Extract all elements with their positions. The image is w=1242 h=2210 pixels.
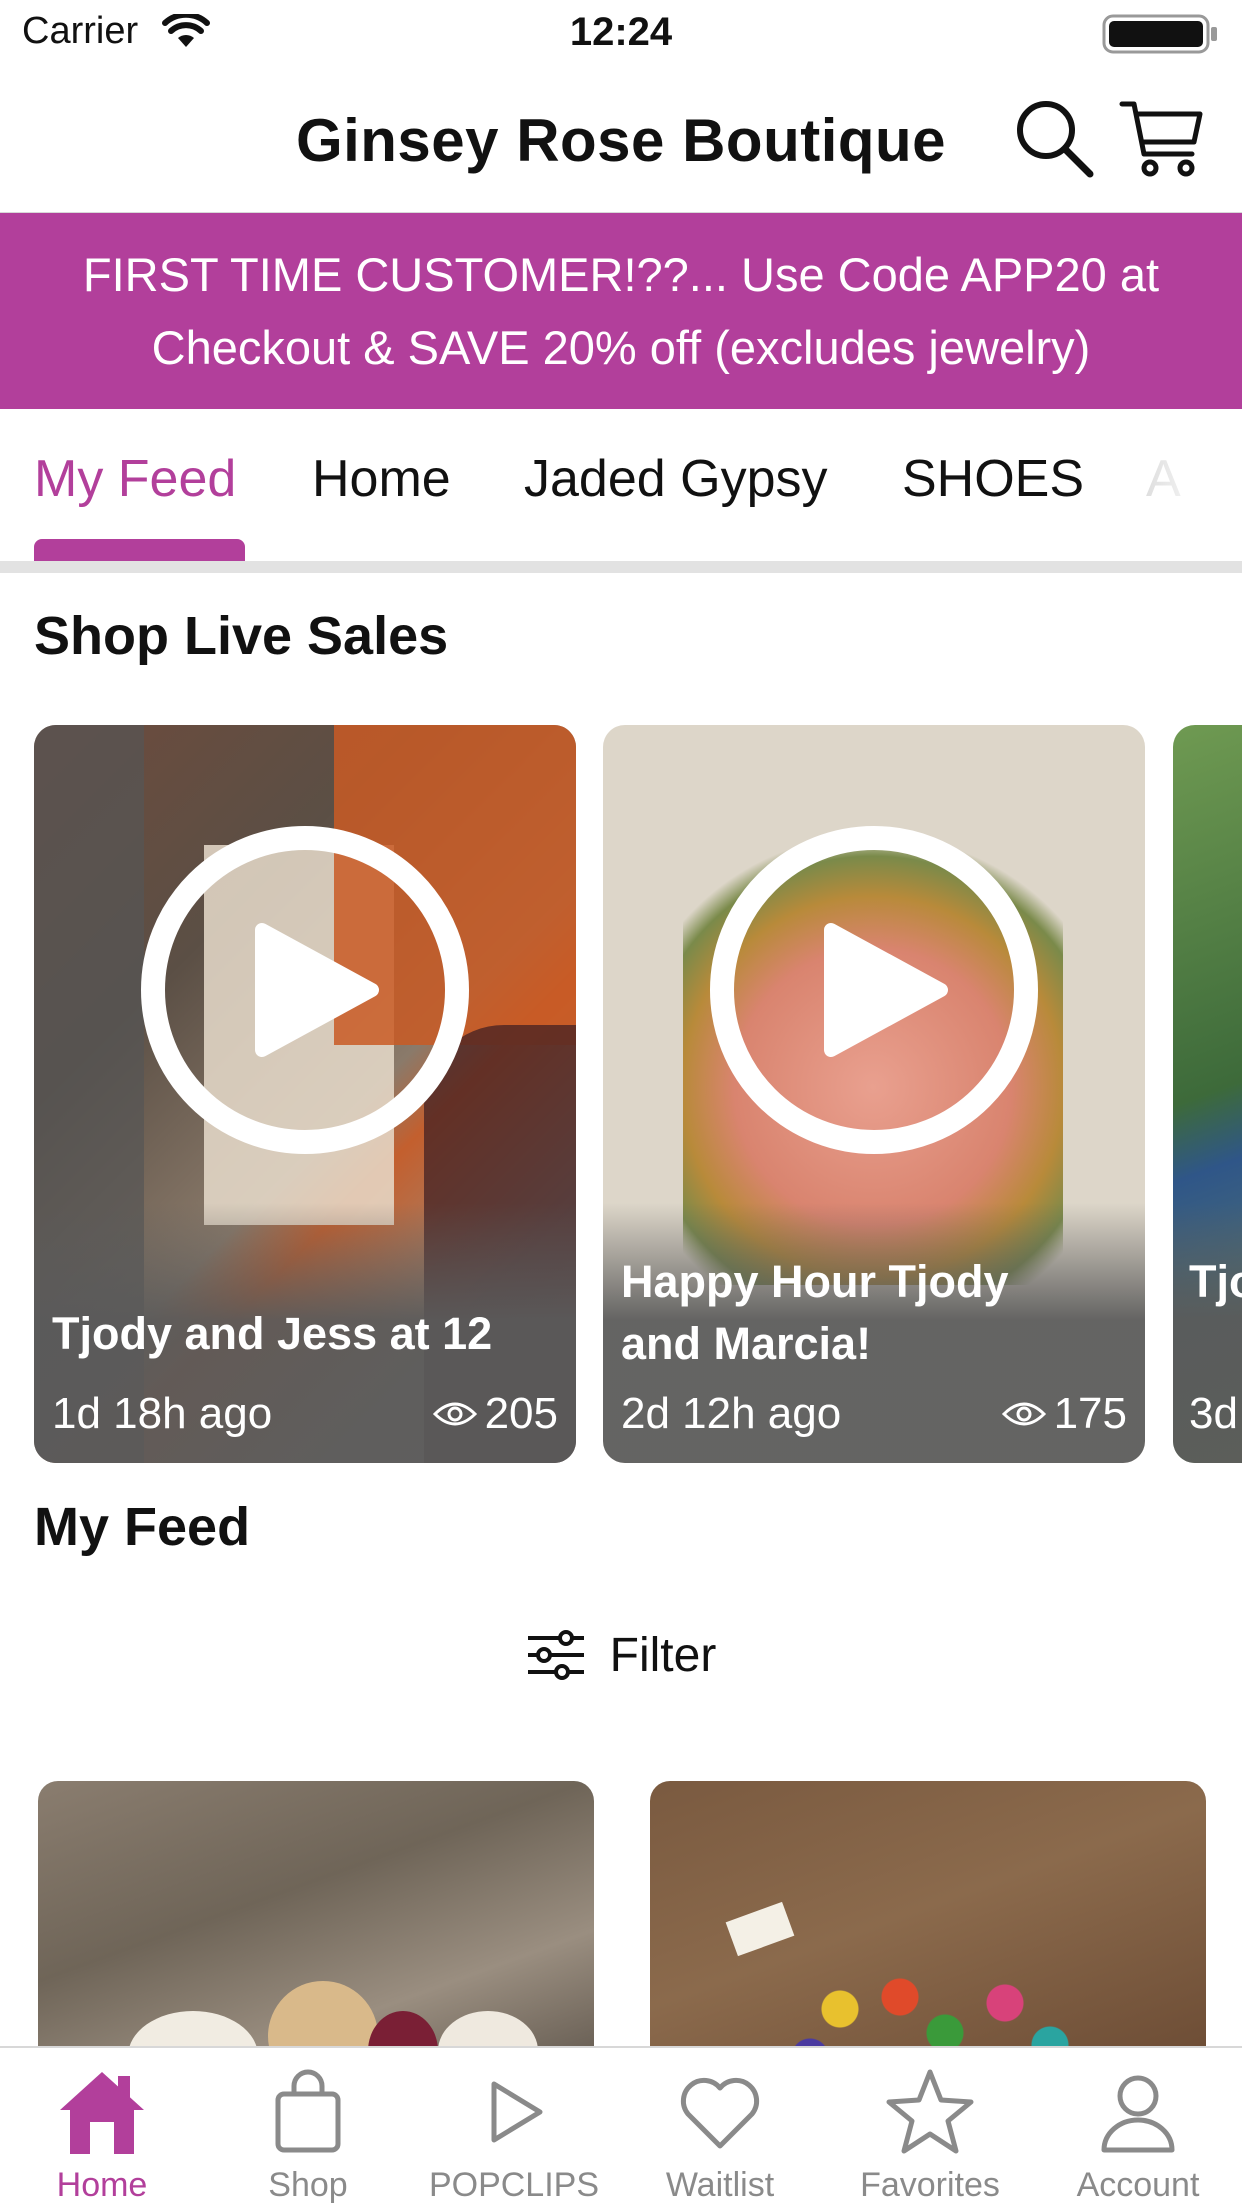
home-icon <box>60 2072 144 2154</box>
tabs-divider <box>0 561 1242 573</box>
cart-icon[interactable] <box>1118 96 1204 180</box>
card-views: 175 <box>1001 1389 1127 1439</box>
live-sale-card[interactable]: Happy Hour Tjody and Marcia! 2d 12h ago … <box>603 725 1145 1463</box>
nav-label: POPCLIPS <box>428 2166 600 2204</box>
eye-icon <box>1001 1402 1046 1426</box>
card-title: Tjody Ma <box>1189 1256 1242 1307</box>
bottom-tab-bar: Home Shop POPCLIPS Waitlist Favorites Ac… <box>0 2046 1242 2210</box>
nav-shop[interactable]: Shop <box>208 2062 408 2205</box>
feed-product-tile[interactable] <box>650 1781 1206 2081</box>
card-time-ago: 3d <box>1189 1389 1238 1438</box>
play-icon <box>491 2081 543 2143</box>
promo-text: FIRST TIME CUSTOMER!??... Use Code APP20… <box>82 248 1160 374</box>
card-time-ago: 2d 12h ago <box>621 1389 842 1438</box>
play-icon[interactable] <box>140 825 470 1155</box>
clock: 12:24 <box>569 10 673 54</box>
live-sale-card[interactable]: Tjody Ma 3d <box>1173 725 1242 1463</box>
product-tag <box>725 1901 795 1957</box>
search-icon[interactable] <box>1012 96 1096 180</box>
live-sales-heading: Shop Live Sales <box>34 606 449 666</box>
play-icon[interactable] <box>709 825 1039 1155</box>
eye-icon <box>432 1402 477 1426</box>
card-title: Happy Hour Tjody and Marcia! <box>621 1256 1009 1369</box>
tab-my-feed[interactable]: My Feed <box>34 449 236 509</box>
nav-popclips[interactable]: POPCLIPS <box>414 2062 614 2205</box>
card-time-ago: 1d 18h ago <box>52 1389 273 1438</box>
tab-shoes[interactable]: SHOES <box>902 449 1084 509</box>
active-tab-indicator <box>34 539 245 561</box>
tab-jaded-gypsy[interactable]: Jaded Gypsy <box>524 449 828 509</box>
promo-banner[interactable]: FIRST TIME CUSTOMER!??... Use Code APP20… <box>0 213 1242 409</box>
status-bar: Carrier 12:24 <box>0 0 1242 66</box>
nav-label: Favorites <box>860 2166 1000 2204</box>
filter-button[interactable]: Filter <box>0 1620 1242 1690</box>
feed-product-tile[interactable] <box>38 1781 594 2081</box>
nav-label: Account <box>1076 2166 1200 2204</box>
view-count: 205 <box>484 1389 558 1438</box>
heart-icon <box>680 2077 760 2149</box>
battery-icon <box>1102 14 1217 54</box>
category-tabs: My Feed Home Jaded Gypsy SHOES A <box>0 409 1242 573</box>
app-header: Ginsey Rose Boutique <box>0 66 1242 214</box>
nav-label: Home <box>56 2166 148 2204</box>
filter-icon <box>527 1630 584 1680</box>
card-views: 205 <box>432 1389 558 1439</box>
nav-label: Shop <box>268 2166 348 2204</box>
nav-account[interactable]: Account <box>1038 2062 1238 2205</box>
nav-favorites[interactable]: Favorites <box>830 2062 1030 2205</box>
tab-home[interactable]: Home <box>312 449 451 509</box>
nav-label: Waitlist <box>665 2166 775 2204</box>
nav-home[interactable]: Home <box>2 2062 202 2205</box>
star-icon <box>886 2069 974 2154</box>
filter-label: Filter <box>609 1628 717 1682</box>
bag-icon <box>275 2069 341 2153</box>
tabs-fade <box>1112 429 1242 539</box>
person-icon <box>1101 2075 1175 2153</box>
card-title: Tjody and Jess at 12 <box>52 1308 493 1359</box>
view-count: 175 <box>1053 1389 1127 1438</box>
feed-heading: My Feed <box>34 1497 251 1557</box>
live-sale-card[interactable]: Tjody and Jess at 12 1d 18h ago 205 <box>34 725 576 1463</box>
nav-waitlist[interactable]: Waitlist <box>620 2062 820 2205</box>
